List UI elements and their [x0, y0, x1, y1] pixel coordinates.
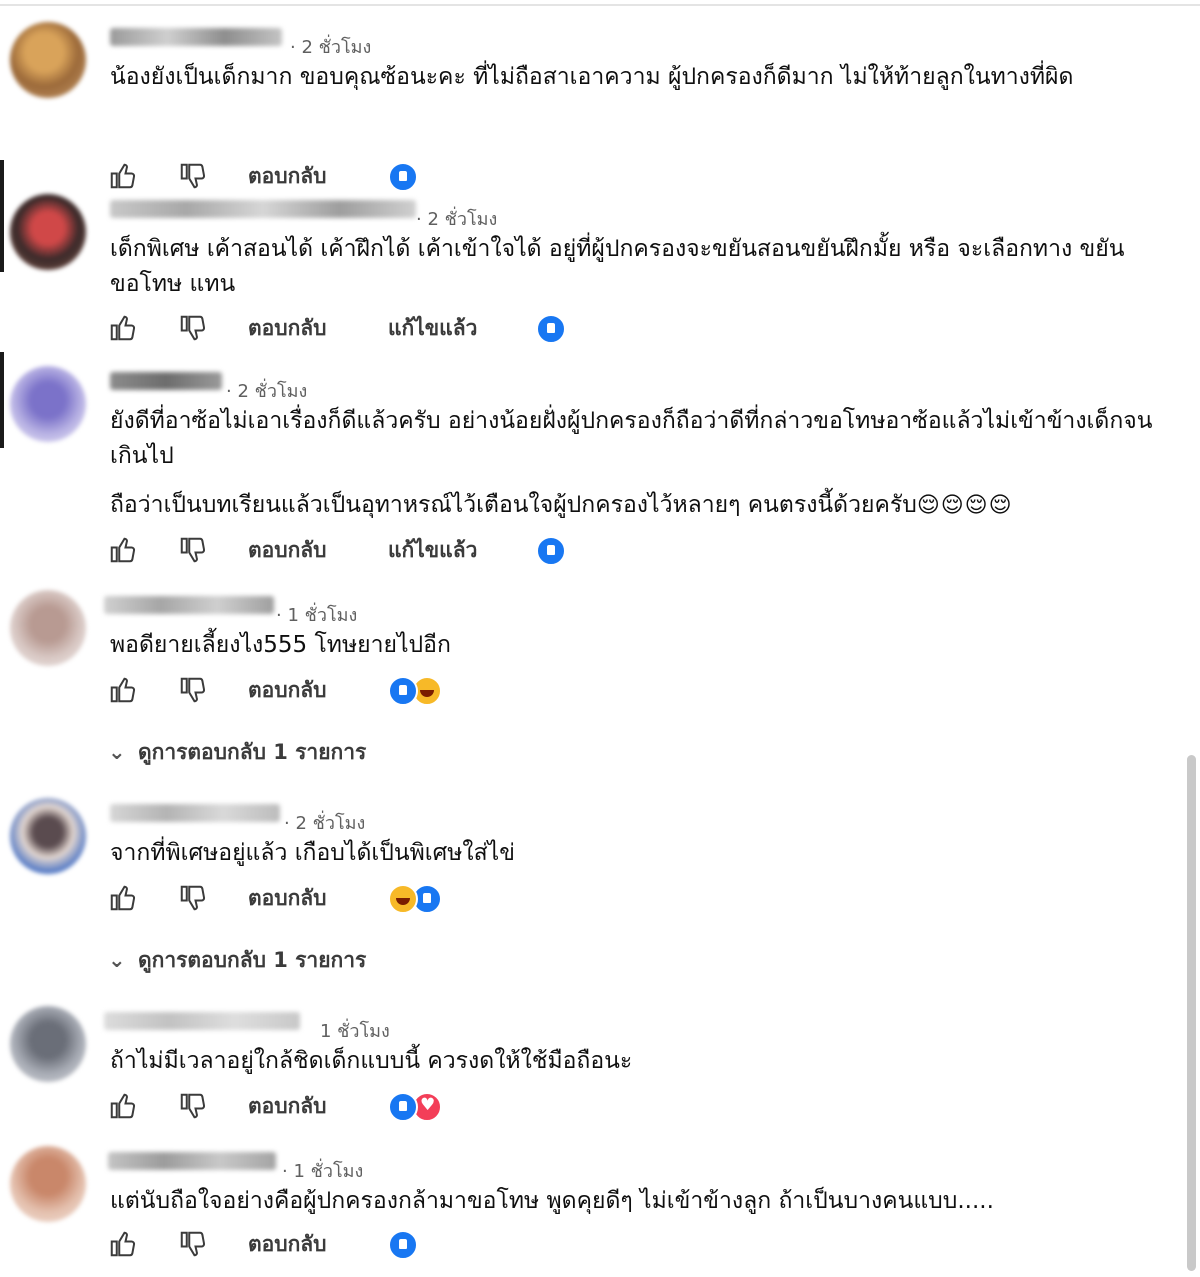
thumbs-up-icon[interactable]	[108, 534, 138, 566]
edited-label: แก้ไขแล้ว	[388, 538, 478, 562]
relieved-face-emoji: 😌😌😌😌	[916, 493, 1013, 518]
avatar[interactable]	[10, 1006, 86, 1082]
thumbs-down-icon[interactable]	[178, 312, 208, 344]
comment-text-2: ถือว่าเป็นบทเรียนแล้วเป็นอุทาหรณ์ไว้เตือ…	[110, 492, 917, 518]
comment-timestamp[interactable]: · 2 ชั่วโมง	[284, 808, 365, 837]
view-replies-link[interactable]: ⌄ ดูการตอบกลับ 1 รายการ	[108, 736, 366, 769]
comment-text: ยังดีที่อาซ้อไม่เอาเรื่องก็ดีแล้วครับ อย…	[110, 408, 1153, 469]
reply-button[interactable]: ตอบกลับ	[248, 534, 327, 566]
comment-text: แต่นับถือใจอย่างคือผู้ปกครองกล้ามาขอโทษ …	[110, 1188, 994, 1214]
thumbs-down-icon[interactable]	[178, 160, 208, 192]
thumbs-down-icon[interactable]	[178, 534, 208, 566]
comment-timestamp[interactable]: · 2 ชั่วโมง	[226, 376, 307, 405]
comment-timestamp[interactable]: · 2 ชั่วโมง	[290, 32, 371, 61]
thumbs-down-icon[interactable]	[178, 1228, 208, 1260]
avatar[interactable]	[10, 1146, 86, 1222]
like-reaction-icon	[536, 536, 566, 566]
view-replies-label: ดูการตอบกลับ 1 รายการ	[138, 740, 367, 764]
top-divider	[0, 4, 1200, 6]
comment-timestamp[interactable]: · 2 ชั่วโมง	[416, 204, 497, 233]
reply-button[interactable]: ตอบกลับ	[248, 312, 327, 344]
comment-text-paragraph-2: ถือว่าเป็นบทเรียนแล้วเป็นอุทาหรณ์ไว้เตือ…	[110, 488, 1160, 523]
avatar[interactable]	[10, 590, 86, 666]
like-reaction-icon	[388, 1092, 418, 1122]
left-edge-marker	[0, 160, 4, 272]
thumbs-up-icon[interactable]	[108, 160, 138, 192]
author-name-blurred[interactable]	[108, 1152, 276, 1170]
author-name-blurred[interactable]	[110, 804, 280, 822]
view-replies-label: ดูการตอบกลับ 1 รายการ	[138, 948, 367, 972]
left-edge-marker	[0, 352, 4, 448]
like-reaction-icon	[536, 314, 566, 344]
reply-button[interactable]: ตอบกลับ	[248, 1228, 327, 1260]
comment-timestamp[interactable]: · 1 ชั่วโมง	[276, 600, 357, 629]
author-name-blurred[interactable]	[110, 28, 282, 46]
comment-timestamp[interactable]: · 1 ชั่วโมง	[282, 1156, 363, 1185]
comment-text: จากที่พิเศษอยู่แล้ว เกือบได้เป็นพิเศษใส่…	[110, 840, 515, 866]
thumbs-up-icon[interactable]	[108, 882, 138, 914]
avatar[interactable]	[10, 366, 86, 442]
scrollbar[interactable]	[1187, 755, 1196, 1271]
reply-button[interactable]: ตอบกลับ	[248, 882, 327, 914]
author-name-blurred[interactable]	[110, 372, 222, 390]
thumbs-up-icon[interactable]	[108, 1090, 138, 1122]
chevron-down-icon: ⌄	[108, 740, 126, 764]
reply-button[interactable]: ตอบกลับ	[248, 1090, 327, 1122]
comment-text: น้องยังเป็นเด็กมาก ขอบคุณซ้อนะคะ ที่ไม่ถ…	[110, 64, 1074, 90]
author-name-blurred[interactable]	[104, 1012, 300, 1030]
reply-button[interactable]: ตอบกลับ	[248, 674, 327, 706]
edited-label: แก้ไขแล้ว	[388, 316, 478, 340]
author-name-blurred[interactable]	[110, 200, 416, 218]
like-reaction-icon	[388, 162, 418, 192]
comment-timestamp[interactable]: 1 ชั่วโมง	[320, 1016, 390, 1045]
thumbs-down-icon[interactable]	[178, 674, 208, 706]
thumbs-up-icon[interactable]	[108, 1228, 138, 1260]
comment-text: เด็กพิเศษ เค้าสอนได้ เค้าฝึกได้ เค้าเข้า…	[110, 236, 1125, 297]
avatar[interactable]	[10, 22, 86, 98]
thumbs-up-icon[interactable]	[108, 312, 138, 344]
comment-text: พอดียายเลี้ยงไง555 โทษยายไปอีก	[110, 632, 451, 658]
thumbs-up-icon[interactable]	[108, 674, 138, 706]
haha-reaction-icon	[388, 884, 418, 914]
avatar[interactable]	[10, 194, 86, 270]
reply-button[interactable]: ตอบกลับ	[248, 160, 327, 192]
avatar[interactable]	[10, 798, 86, 874]
chevron-down-icon: ⌄	[108, 948, 126, 972]
thumbs-down-icon[interactable]	[178, 1090, 208, 1122]
thumbs-down-icon[interactable]	[178, 882, 208, 914]
view-replies-link[interactable]: ⌄ ดูการตอบกลับ 1 รายการ	[108, 944, 366, 977]
author-name-blurred[interactable]	[104, 596, 274, 614]
like-reaction-icon	[388, 676, 418, 706]
comment-text: ถ้าไม่มีเวลาอยู่ใกล้ชิดเด็กแบบนี้ ควรงดใ…	[110, 1048, 633, 1074]
like-reaction-icon	[388, 1230, 418, 1260]
